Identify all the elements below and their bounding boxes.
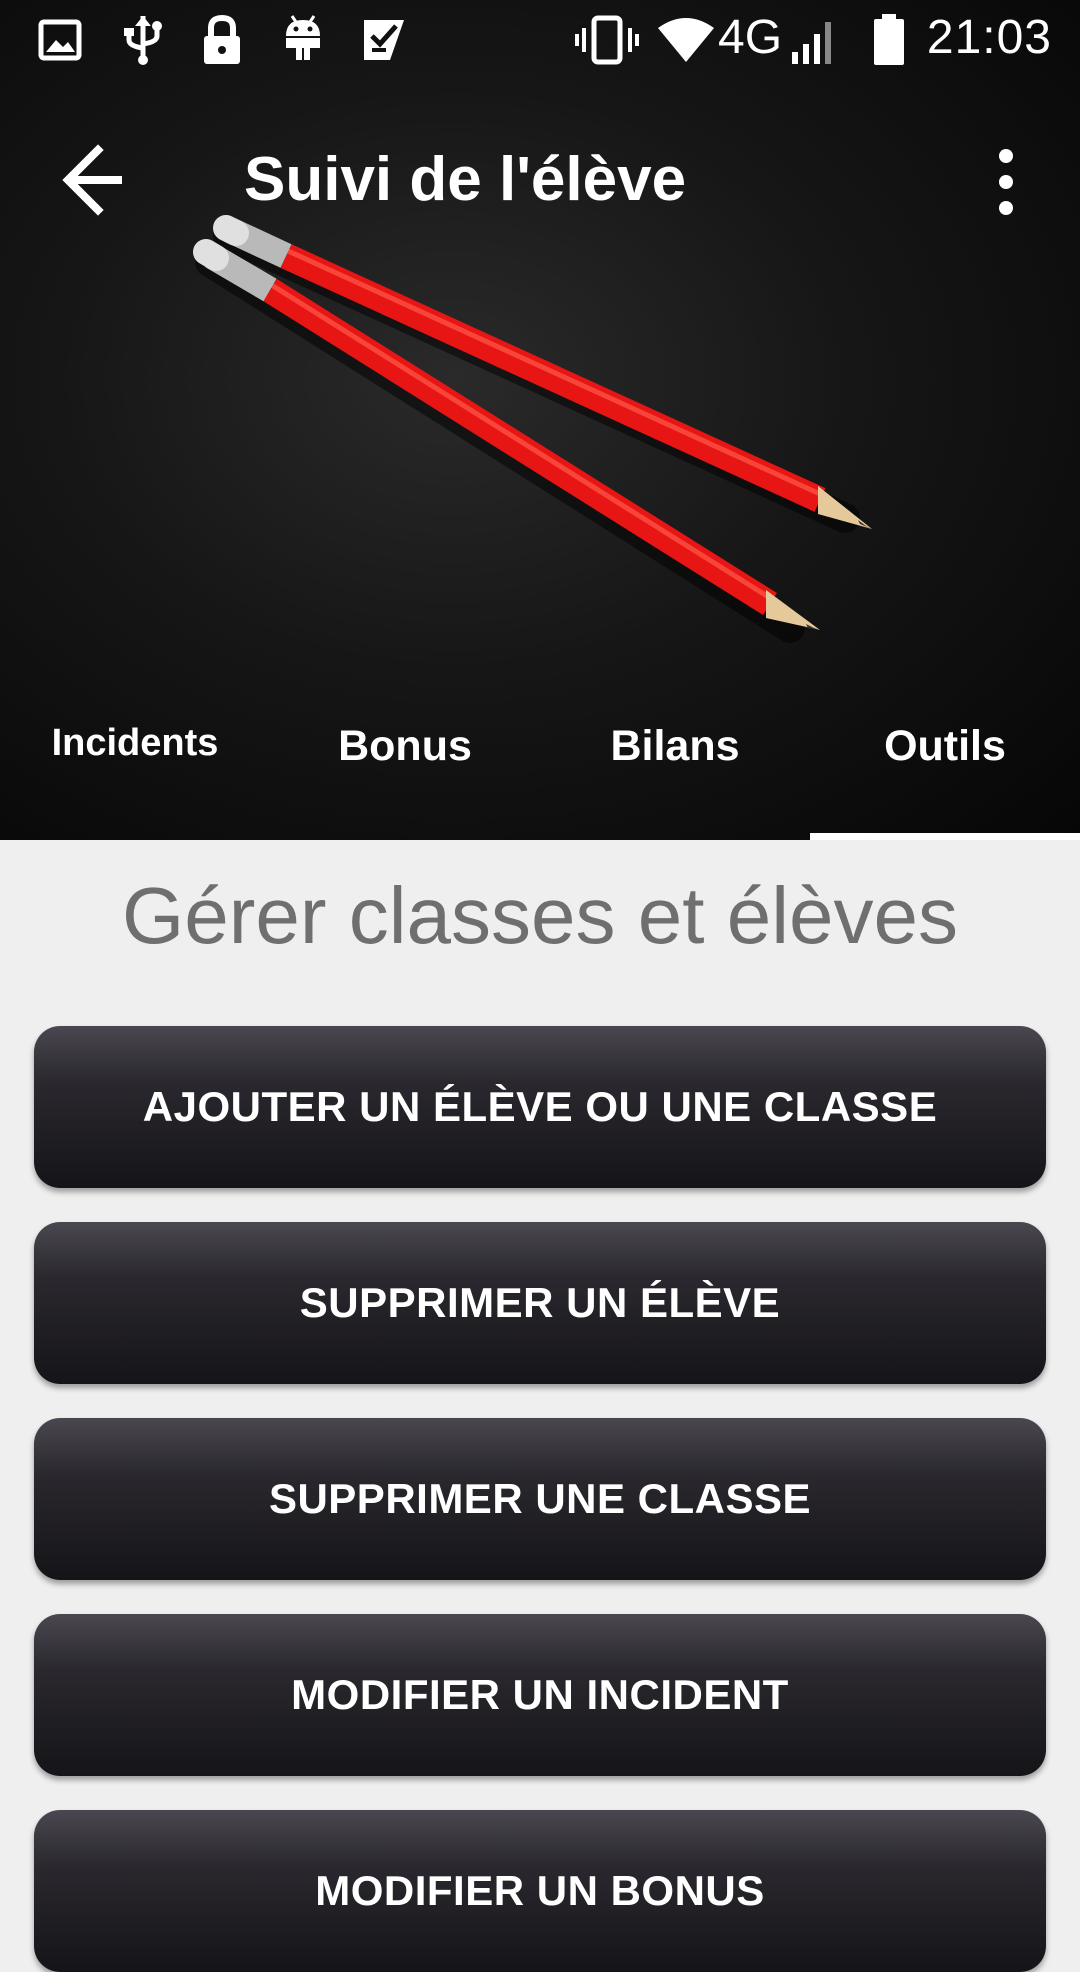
pencils-illustration [193,215,872,643]
add-student-or-class-button[interactable]: AJOUTER UN ÉLÈVE OU UNE CLASSE [34,1026,1046,1188]
tab-bar: Incidents Bonus Bilans Outils [0,690,1080,840]
section-title: Gérer classes et élèves [122,871,958,960]
tab-bonus[interactable]: Bonus [270,690,540,840]
tab-label: Bonus [338,722,472,770]
wifi-icon [658,18,714,62]
android-icon [286,15,320,60]
network-type: 4G [718,11,783,64]
image-icon [38,19,82,61]
header-hero: 4G 21:03 Suivi de l'élève Incidents Bonu… [0,0,1080,840]
tab-label: Bilans [610,722,740,770]
checklist-icon [364,20,404,60]
usb-icon [124,16,162,65]
selected-tab-indicator [810,833,1080,840]
delete-class-button[interactable]: SUPPRIMER UNE CLASSE [34,1418,1046,1580]
tab-label: Incidents [51,722,219,764]
tab-label: Outils [884,722,1006,770]
lock-icon [204,14,240,64]
tab-outils[interactable]: Outils [810,690,1080,840]
tab-incidents[interactable]: Incidents [0,690,270,840]
delete-student-button[interactable]: SUPPRIMER UN ÉLÈVE [34,1222,1046,1384]
tab-bilans[interactable]: Bilans [540,690,810,840]
vibrate-icon [575,15,639,65]
signal-icon [792,22,831,64]
edit-incident-button[interactable]: MODIFIER UN INCIDENT [34,1614,1046,1776]
clock: 21:03 [926,11,1052,64]
status-bar: 4G 21:03 [0,0,1080,80]
battery-icon [874,14,904,65]
edit-bonus-button[interactable]: MODIFIER UN BONUS [34,1810,1046,1972]
